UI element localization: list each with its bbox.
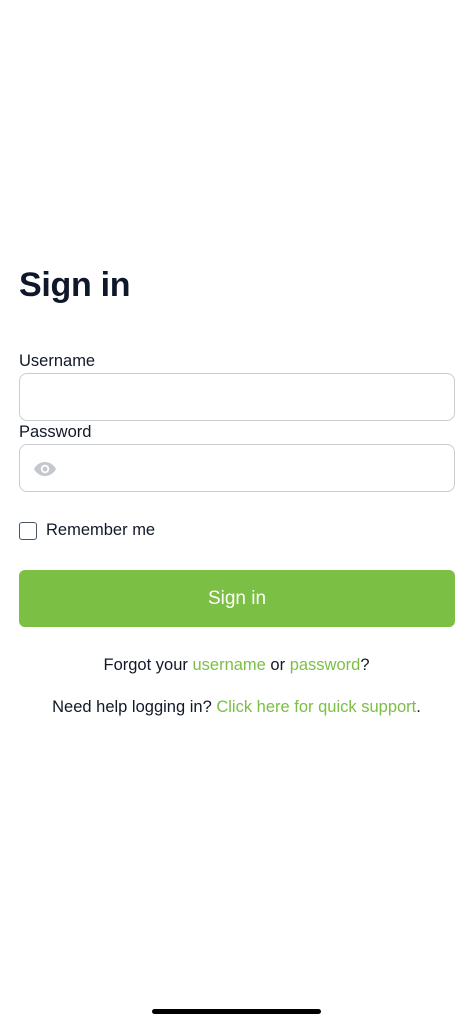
username-label: Username [19,352,96,370]
remember-me-label[interactable]: Remember me [46,521,155,540]
username-input[interactable] [20,374,454,420]
quick-support-link[interactable]: Click here for quick support [216,698,416,716]
forgot-username-link[interactable]: username [192,656,265,674]
username-field-container [19,373,455,421]
sign-in-screen: Sign in Username Password Remember me Si… [0,0,473,1024]
remember-me-row: Remember me [19,521,155,540]
forgot-suffix: ? [360,656,370,674]
forgot-password-link[interactable]: password [290,656,361,674]
remember-me-checkbox[interactable] [19,521,37,540]
forgot-or: or [265,656,290,674]
forgot-credentials-text: Forgot your username or password? [0,656,473,675]
password-input[interactable] [20,445,454,491]
password-field-container [19,444,455,492]
forgot-prefix: Forgot your [103,656,193,674]
password-label: Password [19,423,92,441]
eye-icon[interactable] [33,459,57,479]
sign-in-button[interactable]: Sign in [19,570,455,627]
help-suffix: . [416,698,421,716]
help-text: Need help logging in? Click here for qui… [0,698,473,717]
home-indicator[interactable] [152,1009,321,1014]
page-title: Sign in [19,266,131,304]
help-prefix: Need help logging in? [52,698,217,716]
